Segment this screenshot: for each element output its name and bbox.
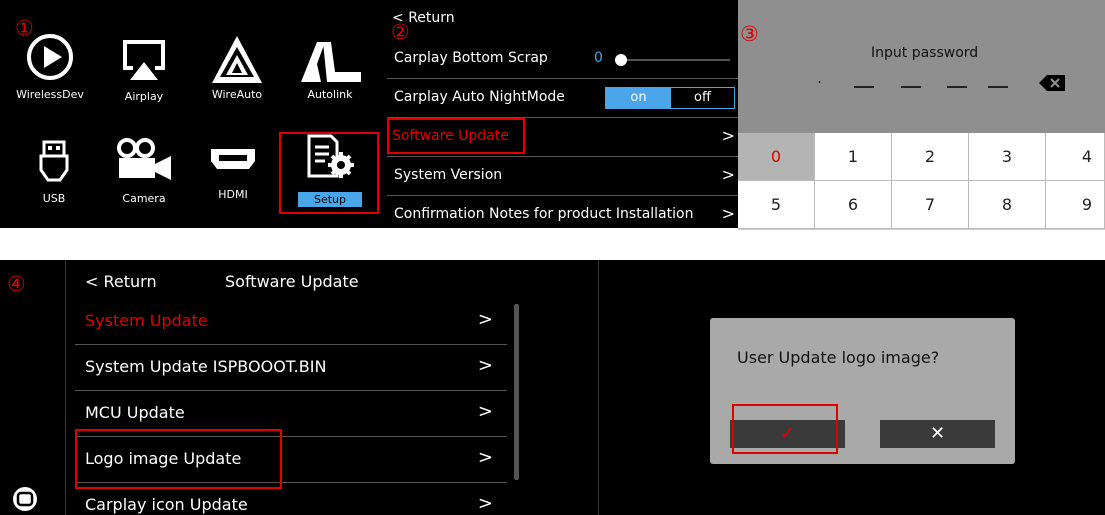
confirmation-notes-label: Confirmation Notes for product Installat… bbox=[394, 206, 694, 222]
play-circle-icon bbox=[27, 34, 73, 80]
password-slot bbox=[947, 86, 967, 88]
slider-thumb[interactable] bbox=[615, 54, 627, 66]
app-wirelessdev[interactable]: WirelessDev bbox=[10, 0, 90, 110]
confirm-dialog-panel: ⑤ User Update logo image? ✓ ✕ bbox=[598, 260, 1105, 515]
key-6[interactable]: 6 bbox=[815, 181, 892, 229]
password-slot bbox=[988, 86, 1008, 88]
password-display: ③ Input password . bbox=[738, 0, 1105, 133]
dialog-message: User Update logo image? bbox=[737, 348, 940, 367]
nightmode-row: Carplay Auto NightMode on off bbox=[387, 78, 738, 116]
system-update-ispbooot-label: System Update ISPBOOOT.BIN bbox=[85, 357, 327, 376]
bottom-scrap-label: Carplay Bottom Scrap bbox=[394, 50, 548, 66]
app-autolink[interactable]: Autolink bbox=[290, 0, 370, 110]
software-update-panel: ④ < Return Software Update System Update… bbox=[0, 260, 598, 515]
app-usb[interactable]: USB bbox=[14, 115, 94, 225]
app-label: WirelessDev bbox=[16, 88, 84, 101]
key-0[interactable]: 0 bbox=[738, 133, 815, 181]
settings-panel: < Return ② Carplay Bottom Scrap 0 Carpla… bbox=[387, 0, 738, 228]
page-title: Software Update bbox=[225, 272, 359, 291]
backspace-icon[interactable] bbox=[1039, 75, 1065, 91]
password-dot: . bbox=[817, 68, 823, 87]
divider bbox=[65, 260, 66, 515]
carplay-icon-update-label: Carplay icon Update bbox=[85, 495, 248, 514]
chevron-right-icon: > bbox=[477, 493, 493, 514]
toggle-on-option[interactable]: on bbox=[606, 88, 671, 108]
key-4[interactable]: 4 bbox=[1046, 133, 1105, 181]
chevron-right-icon: > bbox=[719, 204, 735, 223]
close-icon: ✕ bbox=[929, 423, 946, 444]
highlight-box-software-update bbox=[387, 118, 525, 154]
step-3-marker: ③ bbox=[740, 22, 759, 46]
home-icon[interactable] bbox=[10, 486, 40, 512]
app-label: Airplay bbox=[124, 90, 164, 103]
key-1[interactable]: 1 bbox=[815, 133, 892, 181]
usb-icon bbox=[39, 140, 69, 182]
chevron-right-icon: > bbox=[477, 309, 493, 330]
password-slot bbox=[901, 86, 921, 88]
hdmi-icon bbox=[211, 149, 255, 169]
divider bbox=[598, 260, 599, 515]
camera-icon bbox=[117, 138, 171, 180]
bottom-scrap-row: Carplay Bottom Scrap 0 bbox=[387, 40, 738, 78]
nightmode-label: Carplay Auto NightMode bbox=[394, 89, 565, 105]
mcu-update-label: MCU Update bbox=[85, 403, 185, 422]
return-label: Return bbox=[408, 10, 455, 26]
nightmode-toggle[interactable]: on off bbox=[605, 87, 735, 109]
password-slot bbox=[854, 86, 874, 88]
chevron-right-icon: > bbox=[477, 447, 493, 468]
key-7[interactable]: 7 bbox=[892, 181, 969, 229]
chevron-right-icon: > bbox=[477, 401, 493, 422]
return-button[interactable]: < Return bbox=[85, 272, 157, 291]
cancel-button[interactable]: ✕ bbox=[880, 420, 995, 448]
android-auto-icon bbox=[212, 36, 262, 83]
password-title: Input password bbox=[871, 45, 979, 61]
app-label: HDMI bbox=[218, 188, 248, 201]
key-2[interactable]: 2 bbox=[892, 133, 969, 181]
return-label: Return bbox=[103, 272, 157, 291]
app-airplay[interactable]: Airplay bbox=[104, 0, 184, 110]
app-label: Autolink bbox=[307, 88, 353, 101]
step-4-marker: ④ bbox=[7, 272, 26, 296]
system-version-label: System Version bbox=[394, 167, 503, 183]
airplay-icon bbox=[123, 40, 165, 80]
bottom-scrap-slider[interactable] bbox=[615, 54, 730, 66]
password-panel: ③ Input password . 0 1 2 3 4 5 6 7 8 9 bbox=[738, 0, 1105, 230]
system-update-label: System Update bbox=[85, 311, 208, 330]
scrollbar[interactable] bbox=[514, 304, 519, 480]
app-wireauto[interactable]: WireAuto bbox=[197, 0, 277, 110]
toggle-off-option[interactable]: off bbox=[671, 88, 734, 108]
key-5[interactable]: 5 bbox=[738, 181, 815, 229]
app-label: Camera bbox=[122, 192, 166, 205]
menu-item-confirmation-notes[interactable]: Confirmation Notes for product Installat… bbox=[387, 195, 738, 228]
app-label: USB bbox=[42, 192, 66, 205]
menu-item-system-version[interactable]: System Version > bbox=[387, 156, 738, 194]
chevron-left-icon: < bbox=[85, 272, 99, 291]
app-label: WireAuto bbox=[211, 88, 263, 101]
bottom-scrap-value: 0 bbox=[594, 50, 603, 66]
key-9[interactable]: 9 bbox=[1046, 181, 1105, 229]
chevron-right-icon: > bbox=[721, 126, 735, 145]
chevron-right-icon: > bbox=[477, 355, 493, 376]
app-camera[interactable]: Camera bbox=[104, 115, 184, 225]
highlight-box-setup bbox=[279, 132, 379, 214]
key-8[interactable]: 8 bbox=[969, 181, 1046, 229]
chevron-right-icon: > bbox=[721, 165, 735, 184]
highlight-box-logo-image-update bbox=[75, 429, 282, 489]
key-3[interactable]: 3 bbox=[969, 133, 1046, 181]
menu-item-system-update-ispbooot[interactable]: System Update ISPBOOOT.BIN > bbox=[75, 345, 507, 391]
app-launcher-panel: ① WirelessDev Airplay WireAuto Autolink bbox=[0, 0, 387, 228]
highlight-box-confirm bbox=[732, 404, 838, 454]
autolink-icon bbox=[301, 42, 361, 82]
app-hdmi[interactable]: HDMI bbox=[193, 115, 273, 225]
menu-item-system-update[interactable]: System Update > bbox=[75, 299, 507, 345]
